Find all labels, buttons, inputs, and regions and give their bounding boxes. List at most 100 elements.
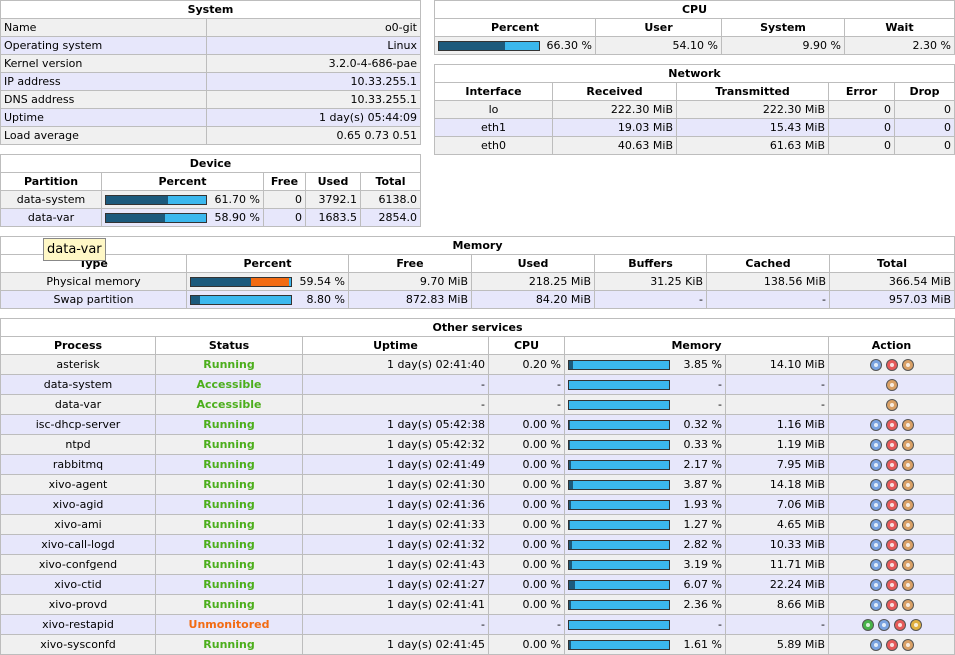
- restart-icon[interactable]: [901, 519, 914, 531]
- stop-icon[interactable]: [885, 499, 898, 511]
- stop-icon[interactable]: [885, 539, 898, 551]
- service-row: xivo-restapid Unmonitored - - - -: [0, 614, 955, 635]
- system-value: Linux: [206, 36, 421, 55]
- stop-icon[interactable]: [885, 479, 898, 491]
- monitor-icon[interactable]: [869, 459, 882, 471]
- service-actions: [828, 514, 955, 535]
- memory-percent-value: 59.54 %: [299, 275, 345, 288]
- service-actions: [828, 414, 955, 435]
- service-memory: 1.19 MiB: [725, 434, 829, 455]
- system-label: Uptime: [0, 108, 207, 127]
- restart-icon[interactable]: [901, 419, 914, 431]
- monitor-icon[interactable]: [877, 619, 890, 631]
- memory-header-buffers: Buffers: [594, 254, 707, 273]
- restart-icon[interactable]: [901, 539, 914, 551]
- monitor-icon[interactable]: [869, 639, 882, 651]
- start-icon[interactable]: [861, 619, 874, 631]
- memory-header-total: Total: [829, 254, 955, 273]
- stop-icon[interactable]: [885, 639, 898, 651]
- service-memory-wrap: 0.33 %: [568, 436, 722, 453]
- monitor-icon[interactable]: [869, 539, 882, 551]
- network-row: eth1 19.03 MiB 15.43 MiB 0 0: [434, 118, 955, 137]
- service-memory-fill: [569, 640, 571, 649]
- service-cpu: 0.00 %: [488, 494, 565, 515]
- service-memory-wrap: 3.87 %: [568, 476, 722, 493]
- service-row: xivo-agid Running 1 day(s) 02:41:36 0.00 % 1…: [0, 494, 955, 515]
- device-usage-bar: [105, 194, 207, 205]
- monitor-icon[interactable]: [869, 419, 882, 431]
- monitor-icon[interactable]: [869, 559, 882, 571]
- service-memory-wrap: -: [568, 396, 722, 413]
- service-memory: 5.89 MiB: [725, 634, 829, 655]
- restart-icon[interactable]: [901, 479, 914, 491]
- monitor-icon[interactable]: [869, 599, 882, 611]
- service-memory: 10.33 MiB: [725, 534, 829, 555]
- stop-icon[interactable]: [893, 619, 906, 631]
- service-process: xivo-agent: [0, 474, 156, 495]
- restart-icon[interactable]: [901, 459, 914, 471]
- monitor-icon[interactable]: [869, 359, 882, 371]
- memory-free: 872.83 MiB: [348, 290, 472, 309]
- service-memory: 7.95 MiB: [725, 454, 829, 475]
- service-uptime: 1 day(s) 05:42:38: [302, 414, 489, 435]
- stop-icon[interactable]: [885, 579, 898, 591]
- restart-icon[interactable]: [885, 379, 898, 391]
- stop-icon[interactable]: [885, 519, 898, 531]
- service-memory-pct-cell: -: [564, 374, 726, 395]
- service-row: xivo-confgend Running 1 day(s) 02:41:43 0.0…: [0, 554, 955, 575]
- services-header-action: Action: [828, 336, 955, 355]
- restart-icon[interactable]: [885, 399, 898, 411]
- service-memory: -: [725, 394, 829, 415]
- cpu-table: CPU Percent User System Wait 66.30 % 54.…: [434, 0, 955, 55]
- device-header-total: Total: [360, 172, 421, 191]
- restart-icon[interactable]: [901, 639, 914, 651]
- monitor-icon[interactable]: [869, 579, 882, 591]
- monitor-icon[interactable]: [869, 439, 882, 451]
- device-partition: data-var: [0, 208, 102, 227]
- restart-icon[interactable]: [901, 439, 914, 451]
- memory-type: Physical memory: [0, 272, 187, 291]
- service-memory-wrap: 1.93 %: [568, 496, 722, 513]
- service-cpu: 0.00 %: [488, 454, 565, 475]
- service-status: Running: [155, 494, 303, 515]
- restart-icon[interactable]: [901, 559, 914, 571]
- device-partition: data-system: [0, 190, 102, 209]
- service-process: xivo-sysconfd: [0, 634, 156, 655]
- stop-icon[interactable]: [885, 439, 898, 451]
- system-label: DNS address: [0, 90, 207, 109]
- stop-icon[interactable]: [885, 459, 898, 471]
- cpu-system-value: 9.90 %: [721, 36, 845, 55]
- service-memory-bar: [568, 519, 670, 530]
- system-label: Kernel version: [0, 54, 207, 73]
- restart-icon[interactable]: [901, 599, 914, 611]
- service-cpu: -: [488, 394, 565, 415]
- system-row: Uptime 1 day(s) 05:44:09: [0, 108, 421, 127]
- service-memory-fill: [569, 360, 573, 369]
- service-uptime: -: [302, 614, 489, 635]
- service-memory-bar: [568, 439, 670, 450]
- restart-icon[interactable]: [901, 579, 914, 591]
- service-memory-bar: [568, 619, 670, 630]
- restart-icon[interactable]: [901, 359, 914, 371]
- stop-icon[interactable]: [885, 599, 898, 611]
- system-value: 0.65 0.73 0.51: [206, 126, 421, 145]
- service-cpu: 0.00 %: [488, 434, 565, 455]
- system-label: Operating system: [0, 36, 207, 55]
- stop-icon[interactable]: [885, 419, 898, 431]
- restart-icon[interactable]: [901, 499, 914, 511]
- device-percent-cell: 61.70 %: [101, 190, 264, 209]
- unmonitor-icon[interactable]: [909, 619, 922, 631]
- monitor-icon[interactable]: [869, 519, 882, 531]
- service-uptime: 1 day(s) 02:41:40: [302, 354, 489, 375]
- service-actions: [828, 354, 955, 375]
- monitor-icon[interactable]: [869, 499, 882, 511]
- stop-icon[interactable]: [885, 359, 898, 371]
- partition-tooltip: data-var: [43, 238, 106, 261]
- stop-icon[interactable]: [885, 559, 898, 571]
- cpu-usage-bar: [438, 40, 540, 51]
- service-memory: -: [725, 614, 829, 635]
- cpu-user-value: 54.10 %: [595, 36, 722, 55]
- monitor-icon[interactable]: [869, 479, 882, 491]
- service-memory-fill: [569, 460, 572, 469]
- memory-used: 84.20 MiB: [471, 290, 595, 309]
